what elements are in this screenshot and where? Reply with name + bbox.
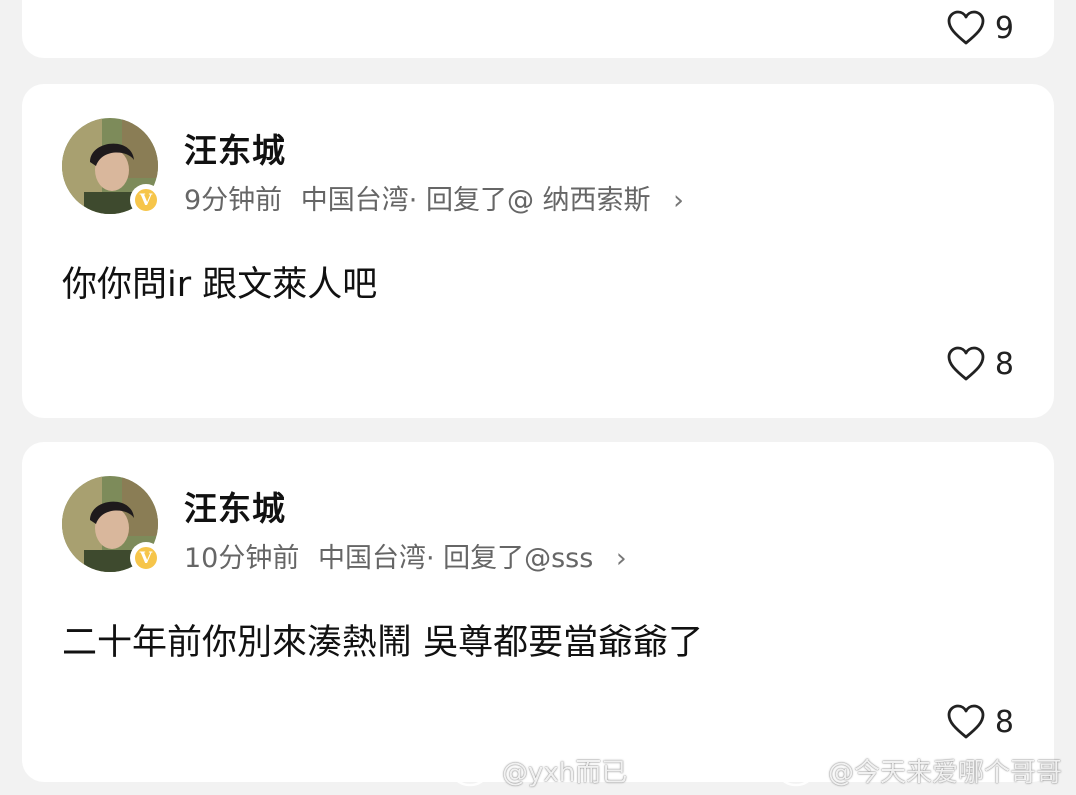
comment-meta[interactable]: 10分钟前 中国台湾· 回复了@sss ›	[184, 536, 627, 575]
like-count: 9	[994, 10, 1014, 46]
verified-badge: V	[130, 542, 162, 574]
like-count: 8	[994, 704, 1014, 740]
timestamp: 9分钟前	[184, 185, 283, 216]
comment-card-partial: 9	[22, 0, 1054, 58]
like-button[interactable]: 8	[947, 704, 1014, 740]
username[interactable]: 汪东城	[184, 124, 286, 172]
heart-icon	[947, 704, 985, 739]
location: 中国台湾	[317, 543, 426, 574]
location: 中国台湾	[300, 185, 409, 216]
reply-target: · 回复了@sss	[425, 543, 594, 574]
comment-text: 二十年前你別來湊熱鬧 吳尊都要當爺爺了	[62, 623, 704, 663]
chevron-right-icon: ›	[673, 185, 684, 216]
like-button[interactable]: 8	[947, 346, 1014, 382]
comment-meta[interactable]: 9分钟前 中国台湾· 回复了@ 纳西索斯 ›	[184, 178, 684, 217]
comment-card: V 汪东城 9分钟前 中国台湾· 回复了@ 纳西索斯 › 你你問ir 跟文萊人吧…	[22, 84, 1054, 418]
heart-icon	[947, 346, 985, 381]
comment-text: 你你問ir 跟文萊人吧	[62, 265, 378, 305]
v-icon: V	[133, 545, 159, 571]
avatar[interactable]: V	[62, 118, 162, 216]
watermark: @yxh而已	[452, 752, 627, 789]
weibo-logo-icon	[452, 759, 493, 786]
chevron-right-icon: ›	[615, 543, 627, 574]
v-icon: V	[133, 187, 159, 213]
avatar[interactable]: V	[62, 476, 162, 574]
timestamp: 10分钟前	[184, 543, 300, 574]
heart-icon	[947, 10, 985, 45]
watermark: @今天来爱哪个哥哥	[778, 752, 1062, 789]
watermark-text: @今天来爱哪个哥哥	[828, 758, 1063, 788]
watermark-text: @yxh而已	[502, 758, 628, 788]
username[interactable]: 汪东城	[184, 482, 286, 530]
like-button[interactable]: 9	[947, 10, 1014, 46]
reply-target: · 回复了@ 纳西索斯	[408, 185, 651, 216]
like-count: 8	[994, 346, 1014, 382]
weibo-logo-icon	[778, 759, 819, 786]
comment-card: V 汪东城 10分钟前 中国台湾· 回复了@sss › 二十年前你別來湊熱鬧 吳…	[22, 442, 1054, 782]
verified-badge: V	[130, 184, 162, 216]
